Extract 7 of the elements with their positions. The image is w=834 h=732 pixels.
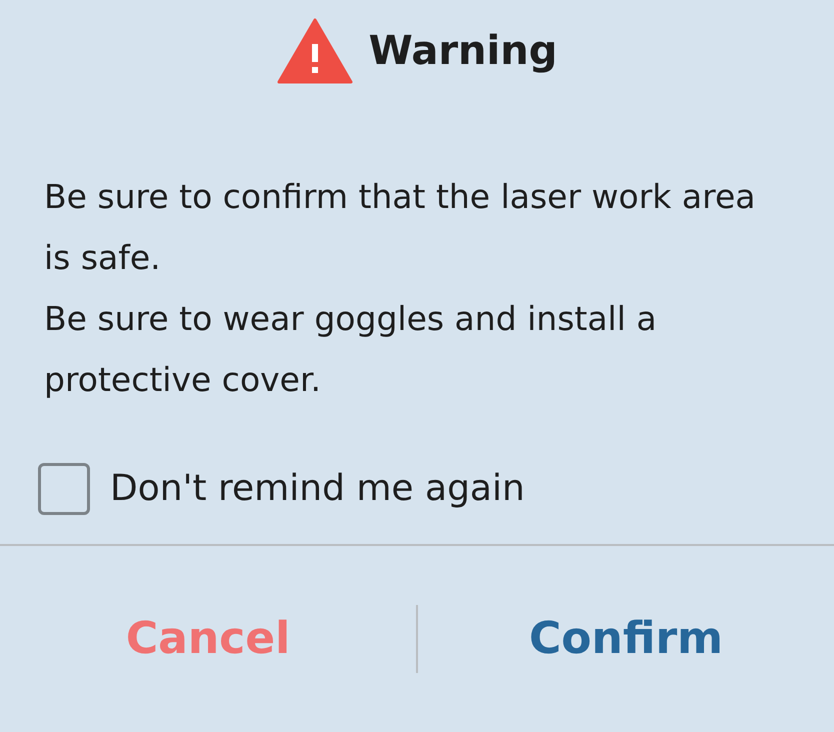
confirm-button[interactable]: Confirm <box>520 606 731 672</box>
remind-label: Don't remind me again <box>110 467 525 511</box>
warning-icon <box>276 18 353 84</box>
remind-checkbox[interactable] <box>38 463 90 515</box>
dialog-title: Warning <box>368 27 558 76</box>
warning-message: Be sure to confirm that the laser work area is safe. <box>44 176 756 279</box>
warning-message: Be sure to wear goggles and install a protective cover. <box>44 298 658 401</box>
